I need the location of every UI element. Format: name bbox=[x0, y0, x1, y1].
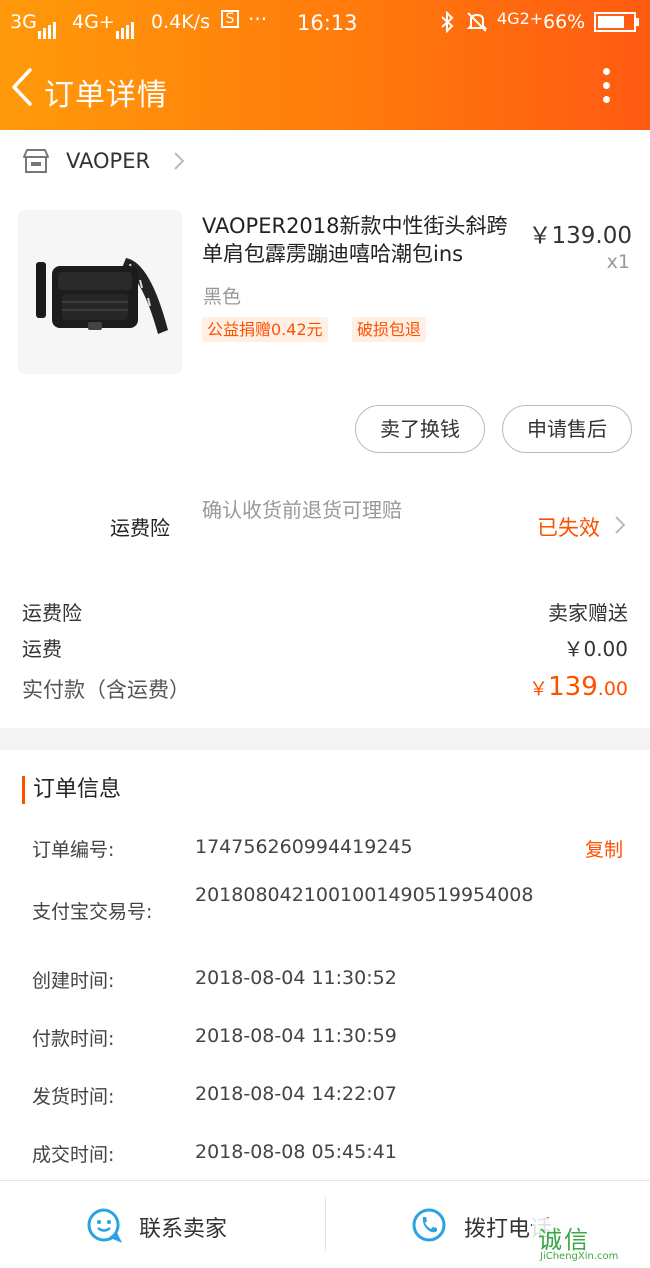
contact-seller-label: 联系卖家 bbox=[139, 1217, 228, 1242]
copy-button[interactable]: 复制 bbox=[585, 835, 623, 862]
more-status-dots: ··· bbox=[248, 7, 268, 31]
shipped-time-label: 发货时间: bbox=[32, 1086, 115, 1108]
fee-value: 卖家赠送 bbox=[548, 601, 628, 625]
chevron-right-icon bbox=[172, 150, 186, 172]
fee-label: 运费 bbox=[22, 637, 62, 661]
status-bar: 3G 4G+ 0.4K/s S ··· 16:13 4G2+ 66% bbox=[0, 0, 650, 44]
fee-row-total: 实付款（含运费） ￥139.00 bbox=[22, 672, 628, 708]
chevron-right-icon[interactable] bbox=[614, 514, 626, 536]
battery-percent: 66% bbox=[543, 11, 586, 33]
product-price: ￥139.00 bbox=[528, 223, 632, 249]
created-time-value: 2018-08-04 11:30:52 bbox=[195, 967, 397, 989]
watermark-logo: 诚信 JiChengXin.com bbox=[532, 1218, 650, 1268]
order-number-label: 订单编号: bbox=[32, 839, 115, 861]
created-time-label: 创建时间: bbox=[32, 970, 115, 992]
page-title: 订单详情 bbox=[44, 78, 168, 113]
sell-button[interactable]: 卖了换钱 bbox=[355, 405, 485, 453]
network-label-1: 3G bbox=[10, 11, 37, 33]
insurance-description: 确认收货前退货可理赔 bbox=[202, 498, 402, 522]
section-divider bbox=[0, 728, 650, 750]
bluetooth-icon bbox=[440, 10, 454, 38]
clock: 16:13 bbox=[297, 11, 358, 35]
chat-icon bbox=[86, 1207, 123, 1247]
battery-icon bbox=[594, 12, 640, 37]
aftersale-button[interactable]: 申请售后 bbox=[502, 405, 632, 453]
phone-icon bbox=[411, 1207, 447, 1247]
fee-row-insurance: 运费险 卖家赠送 bbox=[22, 597, 628, 627]
total-amount: ￥139.00 bbox=[529, 672, 628, 702]
mute-icon bbox=[466, 11, 488, 38]
closed-time-label: 成交时间: bbox=[32, 1144, 115, 1166]
product-title[interactable]: VAOPER2018新款中性街头斜跨单肩包霹雳蹦迪嘻哈潮包ins bbox=[202, 212, 520, 268]
network-speed: 0.4K/s bbox=[151, 11, 210, 33]
damage-return-tag: 破损包退 bbox=[352, 317, 427, 342]
insurance-status[interactable]: 已失效 bbox=[537, 512, 600, 542]
total-integer: 139 bbox=[548, 672, 598, 702]
product-image[interactable] bbox=[18, 210, 182, 374]
closed-time-value: 2018-08-08 05:45:41 bbox=[195, 1141, 397, 1163]
fee-value: ￥0.00 bbox=[563, 637, 628, 661]
contact-seller-button[interactable]: 联系卖家 bbox=[0, 1181, 325, 1268]
insurance-label: 运费险 bbox=[110, 516, 170, 540]
watermark-url: JiChengXin.com bbox=[540, 1251, 619, 1262]
paid-time-value: 2018-08-04 11:30:59 bbox=[195, 1025, 397, 1047]
order-info-title: 订单信息 bbox=[22, 776, 121, 804]
nav-bar: 订单详情 bbox=[0, 44, 650, 130]
shipped-time-value: 2018-08-04 14:22:07 bbox=[195, 1083, 397, 1105]
shop-row[interactable]: VAOPER bbox=[0, 130, 650, 192]
alipay-number-value: 2018080421001001490519954008 bbox=[195, 884, 534, 906]
sim-icon: S bbox=[221, 10, 239, 28]
fee-row-shipping: 运费 ￥0.00 bbox=[22, 633, 628, 663]
more-vertical-icon[interactable] bbox=[596, 68, 616, 108]
alipay-number-label: 支付宝交易号: bbox=[32, 901, 153, 923]
shop-name[interactable]: VAOPER bbox=[66, 149, 150, 173]
store-icon bbox=[22, 148, 50, 174]
total-decimal: .00 bbox=[597, 678, 628, 700]
watermark-text: 诚信 bbox=[538, 1226, 590, 1254]
network-label-3: 4G2+ bbox=[497, 9, 544, 28]
total-label: 实付款（含运费） bbox=[22, 678, 190, 702]
chevron-left-icon[interactable] bbox=[8, 66, 38, 108]
top-bar: 3G 4G+ 0.4K/s S ··· 16:13 4G2+ 66% 订单详情 bbox=[0, 0, 650, 130]
product-variant: 黑色 bbox=[203, 286, 242, 308]
fee-label: 运费险 bbox=[22, 601, 82, 625]
paid-time-label: 付款时间: bbox=[32, 1028, 115, 1050]
charity-tag: 公益捐赠0.42元 bbox=[202, 317, 328, 342]
product-quantity: x1 bbox=[606, 251, 630, 273]
order-number-value: 174756260994419245 bbox=[195, 836, 413, 858]
total-currency: ￥ bbox=[529, 678, 549, 700]
network-label-2: 4G+ bbox=[72, 11, 115, 33]
